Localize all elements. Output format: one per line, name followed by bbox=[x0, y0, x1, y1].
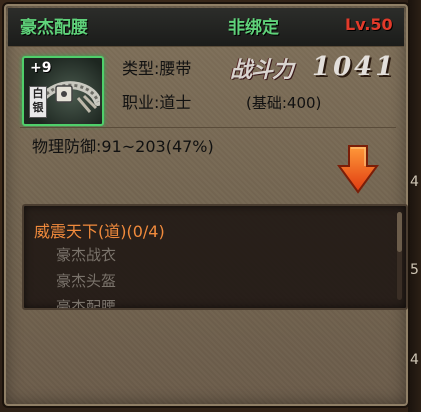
bind-status: 非绑定 bbox=[228, 18, 279, 38]
level-requirement: Lv.50 bbox=[345, 15, 393, 34]
item-class: 职业:道士 bbox=[122, 93, 192, 112]
quality-tag: 白银 bbox=[29, 86, 47, 118]
combat-power-label: 战斗力 bbox=[230, 57, 294, 83]
down-arrow-icon bbox=[337, 145, 379, 194]
enhance-level: +9 bbox=[30, 60, 52, 76]
set-item: 豪杰头盔 bbox=[56, 272, 117, 290]
item-type: 类型:腰带 bbox=[122, 59, 192, 78]
set-title: 威震天下(道)(0/4) bbox=[34, 222, 165, 241]
side-digit: 4 bbox=[410, 352, 419, 368]
base-power: (基础:400) bbox=[246, 94, 322, 112]
item-icon-slot[interactable]: +9 白银 bbox=[22, 56, 104, 126]
set-item: 豪杰配腰 bbox=[56, 298, 117, 310]
divider bbox=[20, 127, 396, 128]
set-bonus-panel[interactable]: 威震天下(道)(0/4) 豪杰战衣 豪杰头盔 豪杰配腰 bbox=[22, 204, 408, 310]
item-name: 豪杰配腰 bbox=[20, 18, 88, 38]
scroll-thumb[interactable] bbox=[397, 212, 402, 252]
side-digit: 5 bbox=[410, 262, 419, 278]
side-digit: 4 bbox=[410, 174, 419, 190]
item-tooltip-panel: 豪杰配腰 非绑定 Lv.50 +9 白银 类型:腰带 职业:道士 战斗力 104… bbox=[2, 2, 410, 408]
set-item: 豪杰战衣 bbox=[56, 246, 117, 264]
physical-defense: 物理防御:91~203(47%) bbox=[32, 137, 214, 156]
combat-power-value: 1041 bbox=[312, 52, 397, 82]
set-scrollbar[interactable] bbox=[397, 212, 402, 300]
